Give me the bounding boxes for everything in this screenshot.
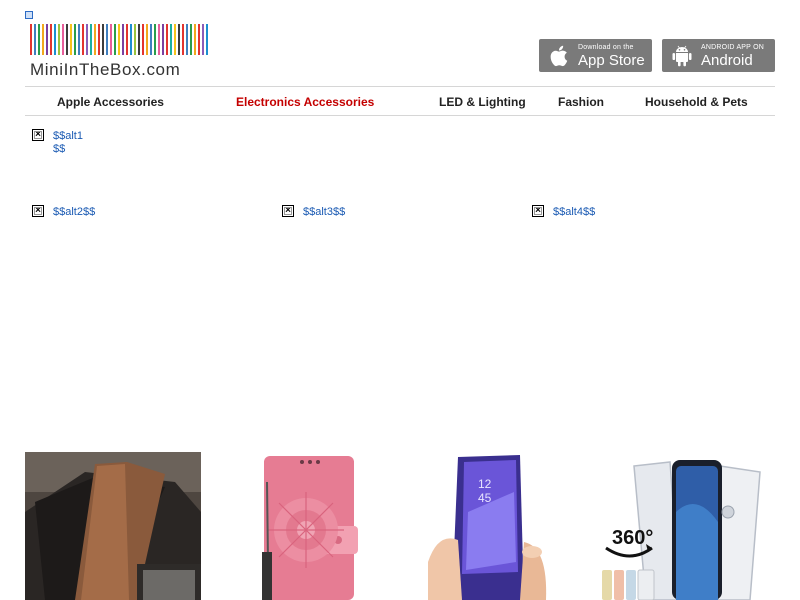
broken-image-icon[interactable]: × [32,205,44,217]
logo-stripe [86,24,88,55]
nav-household-pets[interactable]: Household & Pets [645,95,748,109]
logo-stripe [106,24,108,55]
svg-text:12: 12 [478,477,492,491]
logo-stripe [34,24,36,55]
logo-barcode [30,24,215,55]
logo-stripe [66,24,68,55]
logo-stripe [54,24,56,55]
apple-icon [548,44,570,68]
logo-stripe [118,24,120,55]
logo-stripe [138,24,140,55]
svg-text:45: 45 [478,491,492,505]
logo-stripe [186,24,188,55]
logo-stripe [122,24,124,55]
logo-stripe [178,24,180,55]
logo-stripe [134,24,136,55]
app-store-small-label: Download on the [578,43,634,51]
banner-alt-text-2[interactable]: $$alt2$$ [53,206,133,219]
logo-stripe [42,24,44,55]
logo-stripe [110,24,112,55]
product-image-mirror-flip-case[interactable]: 12 45 [428,452,552,600]
logo-stripe [202,24,204,55]
logo-stripe [170,24,172,55]
logo-text: MiniInTheBox.com [30,60,181,79]
product-image-clear-360-case[interactable]: 360° [600,452,765,600]
nav-apple-accessories[interactable]: Apple Accessories [57,95,164,109]
logo-stripe [30,24,32,55]
logo-stripe [50,24,52,55]
logo-stripe [70,24,72,55]
logo-stripe [74,24,76,55]
android-icon [671,44,693,68]
banner-alt-text-3[interactable]: $$alt3$$ [303,206,383,219]
logo-stripe [126,24,128,55]
category-nav: Apple Accessories Electronics Accessorie… [25,86,775,116]
logo-stripe [78,24,80,55]
logo-stripe [142,24,144,55]
logo-stripe [146,24,148,55]
android-big-label: Android [701,51,753,69]
broken-image-placeholder-icon [25,11,33,19]
logo-stripe [82,24,84,55]
logo-stripe [158,24,160,55]
logo-stripe [58,24,60,55]
logo-stripe [174,24,176,55]
logo-stripe [94,24,96,55]
logo-stripe [130,24,132,55]
logo-stripe [90,24,92,55]
logo-stripe [102,24,104,55]
logo-stripe [150,24,152,55]
app-store-big-label: App Store [578,51,645,69]
android-small-label: ANDROID APP ON [701,43,764,51]
broken-image-icon[interactable]: × [282,205,294,217]
logo-stripe [162,24,164,55]
logo-stripe [114,24,116,55]
logo-stripe [182,24,184,55]
product-image-pink-floral-case[interactable] [262,452,362,600]
nav-led-lighting[interactable]: LED & Lighting [439,95,526,109]
logo-stripe [206,24,208,55]
logo-stripe [198,24,200,55]
logo-stripe [154,24,156,55]
broken-image-icon[interactable]: × [532,205,544,217]
logo-stripe [38,24,40,55]
android-app-button[interactable]: ANDROID APP ON Android [662,39,775,72]
product-image-leather-wallet-case[interactable] [25,452,201,600]
nav-electronics-accessories[interactable]: Electronics Accessories [236,95,374,109]
logo-stripe [194,24,196,55]
app-store-button[interactable]: Download on the App Store [539,39,652,72]
banner-alt-text-1[interactable]: $$alt1 $$ [53,130,93,156]
logo-stripe [62,24,64,55]
logo-stripe [166,24,168,55]
logo-stripe [190,24,192,55]
site-logo[interactable]: MiniInTheBox.com [30,24,215,80]
logo-stripe [46,24,48,55]
logo-stripe [98,24,100,55]
nav-fashion[interactable]: Fashion [558,95,604,109]
broken-image-icon[interactable]: × [32,129,44,141]
banner-alt-text-4[interactable]: $$alt4$$ [553,206,633,219]
